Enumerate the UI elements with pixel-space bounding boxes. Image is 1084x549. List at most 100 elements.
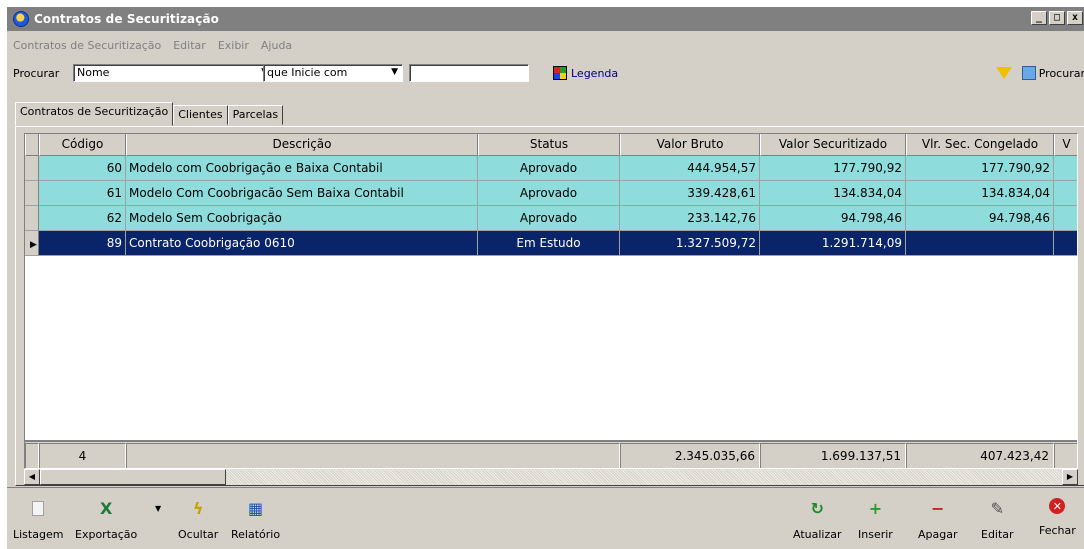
cell-descricao: Modelo Sem Coobrigação [126,206,478,231]
search-actions: Procurar [995,66,1084,80]
cell-extra [1054,181,1077,206]
column-header-valor-bruto[interactable]: Valor Bruto [620,134,760,156]
chevron-down-icon: ▼ [155,504,162,513]
chevron-down-icon[interactable]: ▼ [391,67,398,77]
filter-icon[interactable] [995,67,1012,79]
editar-button[interactable]: ✎ Editar [981,498,1014,542]
scroll-right-icon[interactable]: ▶ [1062,469,1078,485]
exportacao-button[interactable]: X Exportação [75,498,137,542]
menu-ajuda[interactable]: Ajuda [261,39,292,52]
table-row[interactable]: 60 Modelo com Coobrigação e Baixa Contab… [25,156,1077,181]
fechar-label: Fechar [1039,524,1076,537]
listagem-label: Listagem [13,528,64,541]
cell-codigo: 61 [39,181,126,206]
search-label: Procurar [13,67,60,80]
title-bar[interactable]: Contratos de Securitização _ □ x [7,7,1084,31]
cell-valor-bruto: 233.142,76 [620,206,760,231]
footer-extra [1054,443,1077,468]
scroll-left-icon[interactable]: ◀ [24,469,40,485]
cell-descricao: Modelo Com Coobrigacão Sem Baixa Contabi… [126,181,478,206]
cell-extra [1054,231,1077,256]
window-controls: _ □ x [1031,11,1084,25]
cell-extra [1054,156,1077,181]
tab-strip: Contratos de Securitização Clientes Parc… [15,101,284,126]
inserir-label: Inserir [858,528,893,541]
window-title: Contratos de Securitização [34,12,220,26]
search-field-value: Nome [77,66,110,79]
table-row-selected[interactable]: ▶ 89 Contrato Coobrigação 0610 Em Estudo… [25,231,1077,256]
column-header-congelado[interactable]: Vlr. Sec. Congelado [906,134,1054,156]
cell-codigo: 89 [39,231,126,256]
cell-valor-securitizado: 134.834,04 [760,181,906,206]
cell-congelado: 177.790,92 [906,156,1054,181]
tab-clientes[interactable]: Clientes [173,105,228,125]
maximize-button[interactable]: □ [1049,11,1065,25]
lightning-icon: ϟ [192,498,204,518]
search-bar: Procurar Nome ▼ que Inicie com ▼ Legenda… [7,63,1084,85]
row-indicator[interactable] [25,156,39,181]
ocultar-button[interactable]: ϟ Ocultar [178,498,219,542]
cell-status: Aprovado [478,181,620,206]
horizontal-scrollbar[interactable]: ◀ ▶ [24,469,1078,485]
search-mode-value: que Inicie com [267,66,348,79]
grid-header: Código Descrição Status Valor Bruto Valo… [25,134,1077,156]
relatorio-button[interactable]: ▦ Relatório [231,498,280,542]
column-header-status[interactable]: Status [478,134,620,156]
menu-editar[interactable]: Editar [173,39,206,52]
menu-contratos[interactable]: Contratos de Securitização [13,39,161,52]
apagar-button[interactable]: − Apagar [918,498,958,542]
close-icon: ✕ [1049,498,1066,514]
column-header-extra[interactable]: V [1054,134,1077,156]
cell-descricao: Modelo com Coobrigação e Baixa Contabil [126,156,478,181]
current-row-arrow-icon: ▶ [30,240,37,250]
row-indicator[interactable] [25,206,39,231]
listagem-button[interactable]: Listagem [13,498,63,541]
footer-blank [126,443,620,468]
app-icon [13,11,29,27]
menu-exibir[interactable]: Exibir [218,39,249,52]
column-header-codigo[interactable]: Código [39,134,126,156]
scrollbar-thumb[interactable] [40,469,226,485]
legend-button[interactable]: Legenda [553,66,618,80]
cell-extra [1054,206,1077,231]
cell-congelado: 94.798,46 [906,206,1054,231]
indicator-header [25,134,39,156]
document-icon [28,498,48,518]
search-input[interactable] [409,64,529,82]
cell-congelado: 134.834,04 [906,181,1054,206]
search-field-select[interactable]: Nome ▼ [73,64,273,82]
ocultar-label: Ocultar [178,528,219,541]
cell-status: Aprovado [478,206,620,231]
footer-count: 4 [39,443,126,468]
cell-valor-bruto: 444.954,57 [620,156,760,181]
cell-descricao: Contrato Coobrigação 0610 [126,231,478,256]
report-icon: ▦ [247,498,264,518]
row-indicator[interactable]: ▶ [25,231,39,256]
cell-status: Em Estudo [478,231,620,256]
export-dropdown[interactable]: ▼ [155,504,161,513]
search-button-label: Procurar [1038,66,1084,80]
column-header-descricao[interactable]: Descrição [126,134,478,156]
apagar-label: Apagar [918,528,958,541]
search-button[interactable]: Procurar [1021,66,1084,80]
minimize-button[interactable]: _ [1031,11,1047,25]
search-mode-select[interactable]: que Inicie com ▼ [263,64,403,82]
atualizar-button[interactable]: ↻ Atualizar [793,498,842,542]
table-row[interactable]: 62 Modelo Sem Coobrigação Aprovado 233.1… [25,206,1077,231]
footer-valor-securitizado: 1.699.137,51 [760,443,906,468]
legend-icon [553,66,567,80]
footer-congelado: 407.423,42 [906,443,1054,468]
column-header-valor-securitizado[interactable]: Valor Securitizado [760,134,906,156]
tab-parcelas[interactable]: Parcelas [227,105,284,125]
tab-contratos[interactable]: Contratos de Securitização [15,102,174,126]
table-row[interactable]: 61 Modelo Com Coobrigacão Sem Baixa Cont… [25,181,1077,206]
delete-icon: − [931,498,945,518]
tab-panel: Código Descrição Status Valor Bruto Valo… [15,126,1084,486]
main-window: Contratos de Securitização _ □ x Contrat… [6,6,1084,549]
row-indicator[interactable] [25,181,39,206]
close-window-button[interactable]: x [1067,11,1083,25]
cell-valor-bruto: 339.428,61 [620,181,760,206]
cell-valor-securitizado: 94.798,46 [760,206,906,231]
fechar-button[interactable]: ✕ Fechar [1039,498,1076,537]
inserir-button[interactable]: + Inserir [858,498,893,542]
